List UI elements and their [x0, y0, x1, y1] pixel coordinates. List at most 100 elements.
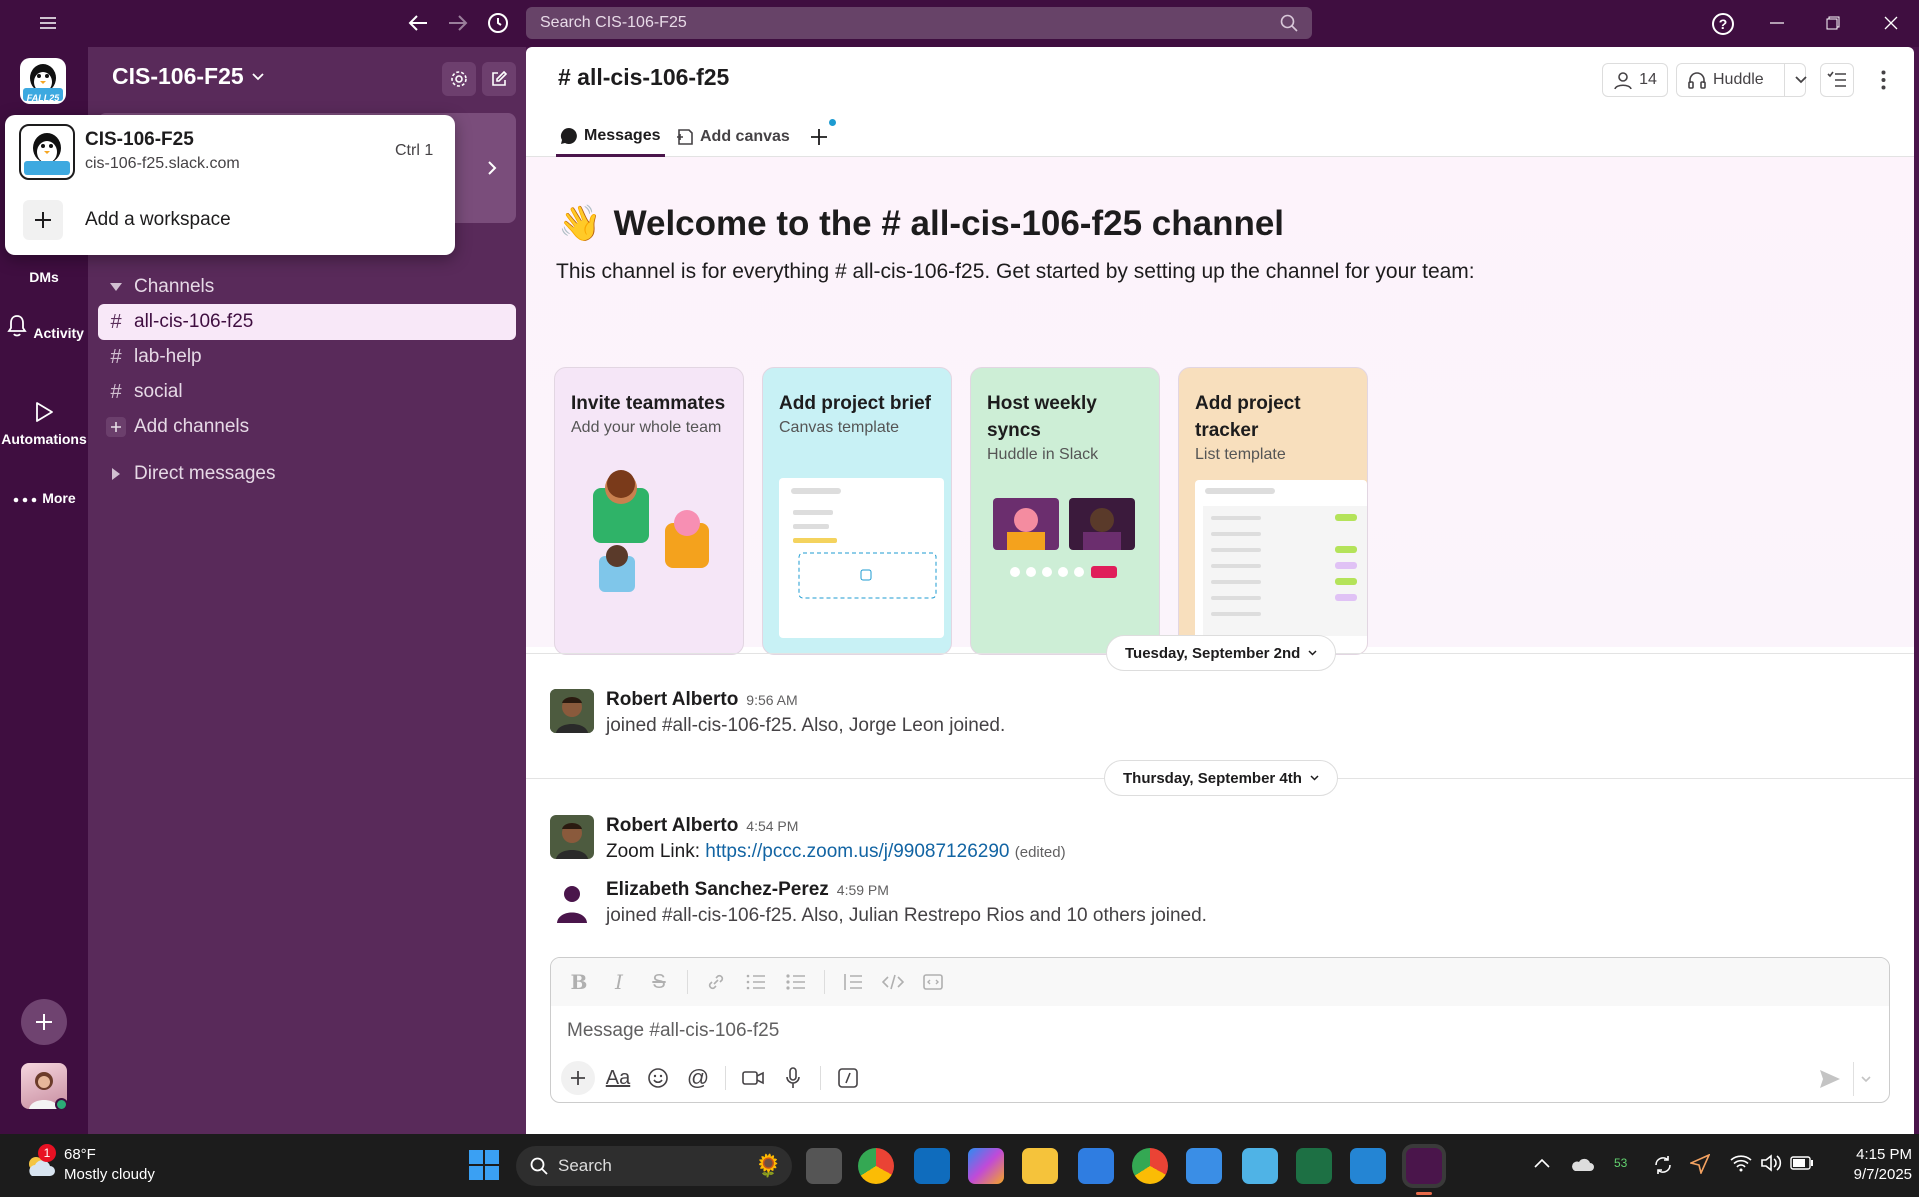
workspace-name-button[interactable]: CIS-106-F25 [112, 63, 264, 90]
settings-gear-icon[interactable] [442, 62, 476, 96]
add-workspace-button[interactable] [21, 999, 67, 1045]
tab-messages[interactable]: Messages [556, 117, 665, 157]
excel-icon[interactable] [1296, 1148, 1332, 1184]
link-icon[interactable] [700, 966, 732, 998]
members-button[interactable]: 14 [1602, 63, 1668, 97]
chevron-down-icon[interactable] [1783, 64, 1807, 96]
task-view-icon[interactable] [806, 1148, 842, 1184]
code-block-icon[interactable] [917, 966, 949, 998]
video-icon[interactable] [736, 1061, 770, 1095]
volume-icon[interactable] [1760, 1154, 1782, 1176]
battery-saver-badge[interactable]: 53 [1614, 1156, 1627, 1170]
sidebar-item-social[interactable]: # social [98, 374, 516, 410]
search-input[interactable]: Search CIS-106-F25 [526, 7, 1312, 39]
vscode-icon[interactable] [1350, 1148, 1386, 1184]
channel-details-icon[interactable] [1820, 63, 1854, 97]
copilot-icon[interactable] [968, 1148, 1004, 1184]
clock-time[interactable]: 4:15 PM [1836, 1146, 1912, 1163]
file-explorer-icon[interactable] [1022, 1148, 1058, 1184]
onedrive-icon[interactable] [1570, 1156, 1594, 1174]
tab-add-canvas[interactable]: Add canvas [676, 117, 790, 157]
minimize-window-icon[interactable] [1764, 11, 1790, 35]
location-icon[interactable] [1690, 1154, 1712, 1176]
sidebar-item-lab-help[interactable]: # lab-help [98, 339, 516, 375]
history-clock-icon[interactable] [484, 10, 512, 36]
rail-dms[interactable]: DMs [0, 269, 88, 285]
send-options-chevron-icon[interactable] [1853, 1062, 1877, 1096]
slack-icon[interactable] [1406, 1148, 1442, 1184]
bold-icon[interactable]: B [563, 966, 595, 998]
microphone-icon[interactable] [776, 1061, 810, 1095]
date-pill-sep-2[interactable]: Tuesday, September 2nd [1106, 635, 1337, 671]
notepad-icon[interactable] [1242, 1148, 1278, 1184]
message-time[interactable]: 4:54 PM [746, 818, 798, 834]
wifi-icon[interactable] [1730, 1154, 1752, 1176]
chevron-up-icon[interactable] [1534, 1158, 1552, 1172]
text-format-icon[interactable]: Aa [601, 1061, 635, 1095]
add-workspace-item[interactable]: Add a workspace [5, 191, 455, 251]
card-invite-teammates[interactable]: Invite teammates Add your whole team [554, 367, 744, 655]
message-time[interactable]: 4:59 PM [837, 882, 889, 898]
compose-icon[interactable] [482, 62, 516, 96]
mention-icon[interactable]: @ [681, 1061, 715, 1095]
workspace-entry[interactable]: CIS-106-F25 cis-106-f25.slack.com Ctrl 1 [5, 115, 455, 185]
channels-section-header[interactable]: Channels [98, 269, 516, 305]
photos-icon[interactable] [1186, 1148, 1222, 1184]
message-item[interactable]: Elizabeth Sanchez-Perez 4:59 PM joined #a… [550, 879, 1850, 929]
outlook-icon[interactable] [914, 1148, 950, 1184]
weather-temp: 68°F [64, 1146, 96, 1163]
channel-title[interactable]: # all-cis-106-f25 [558, 64, 729, 91]
message-item[interactable]: Robert Alberto 4:54 PM Zoom Link: https:/… [550, 815, 1850, 865]
more-options-icon[interactable] [1872, 65, 1894, 95]
taskbar-search[interactable]: Search 🌻 [516, 1146, 792, 1186]
card-add-project-tracker[interactable]: Add project tracker List template [1178, 367, 1368, 655]
message-time[interactable]: 9:56 AM [746, 692, 797, 708]
card-host-weekly-syncs[interactable]: Host weekly syncs Huddle in Slack [970, 367, 1160, 655]
message-author[interactable]: Elizabeth Sanchez-Perez 4:59 PM [606, 879, 889, 901]
add-tab-plus-icon[interactable] [806, 124, 832, 150]
plus-icon[interactable] [561, 1061, 595, 1095]
emoji-icon[interactable] [641, 1061, 675, 1095]
italic-icon[interactable]: I [603, 966, 635, 998]
slash-command-icon[interactable] [831, 1061, 865, 1095]
sidebar-item-all-cis-106-f25[interactable]: # all-cis-106-f25 [98, 304, 516, 340]
battery-icon[interactable] [1790, 1156, 1814, 1172]
restore-window-icon[interactable] [1820, 11, 1846, 35]
rail-automations[interactable]: Automations [0, 399, 88, 447]
windows-start-icon[interactable] [468, 1149, 500, 1181]
sync-icon[interactable] [1652, 1154, 1674, 1176]
clock-date[interactable]: 9/7/2025 [1822, 1166, 1912, 1183]
title-bar: Search CIS-106-F25 ? [0, 0, 1919, 47]
hamburger-menu-icon[interactable] [36, 12, 60, 34]
add-channels-button[interactable]: Add channels [98, 409, 516, 445]
direct-messages-section-header[interactable]: Direct messages [98, 456, 516, 492]
forward-arrow-icon[interactable] [444, 10, 472, 36]
workspace-name: CIS-106-F25 [112, 63, 244, 89]
message-input[interactable]: Message #all-cis-106-f25 [567, 1020, 779, 1042]
rail-activity[interactable]: Activity [0, 313, 88, 345]
date-pill-sep-4[interactable]: Thursday, September 4th [1104, 760, 1338, 796]
rail-more[interactable]: More [0, 487, 88, 519]
close-window-icon[interactable] [1878, 11, 1904, 35]
huddle-button[interactable]: Huddle [1676, 63, 1807, 97]
code-icon[interactable] [877, 966, 909, 998]
blockquote-icon[interactable] [837, 966, 869, 998]
help-icon[interactable]: ? [1710, 11, 1736, 37]
strikethrough-icon[interactable]: S [643, 966, 675, 998]
microsoft-store-icon[interactable] [1078, 1148, 1114, 1184]
message-author[interactable]: Robert Alberto 9:56 AM [606, 689, 798, 711]
bulleted-list-icon[interactable] [780, 966, 812, 998]
send-icon[interactable] [1813, 1062, 1847, 1096]
back-arrow-icon[interactable] [404, 10, 432, 36]
message-item[interactable]: Robert Alberto 9:56 AM joined #all-cis-10… [550, 689, 1850, 739]
weather-widget[interactable]: 1 68°F Mostly cloudy [20, 1144, 190, 1188]
ordered-list-icon[interactable] [740, 966, 772, 998]
chrome-icon[interactable] [858, 1148, 894, 1184]
message-author[interactable]: Robert Alberto 4:54 PM [606, 815, 798, 837]
robert-avatar[interactable] [550, 689, 594, 733]
zoom-link[interactable]: https://pccc.zoom.us/j/99087126290 [705, 841, 1009, 862]
chrome-profile-icon[interactable] [1132, 1148, 1168, 1184]
robert-avatar[interactable] [550, 815, 594, 859]
card-add-project-brief[interactable]: Add project brief Canvas template [762, 367, 952, 655]
elizabeth-avatar[interactable] [550, 879, 594, 923]
